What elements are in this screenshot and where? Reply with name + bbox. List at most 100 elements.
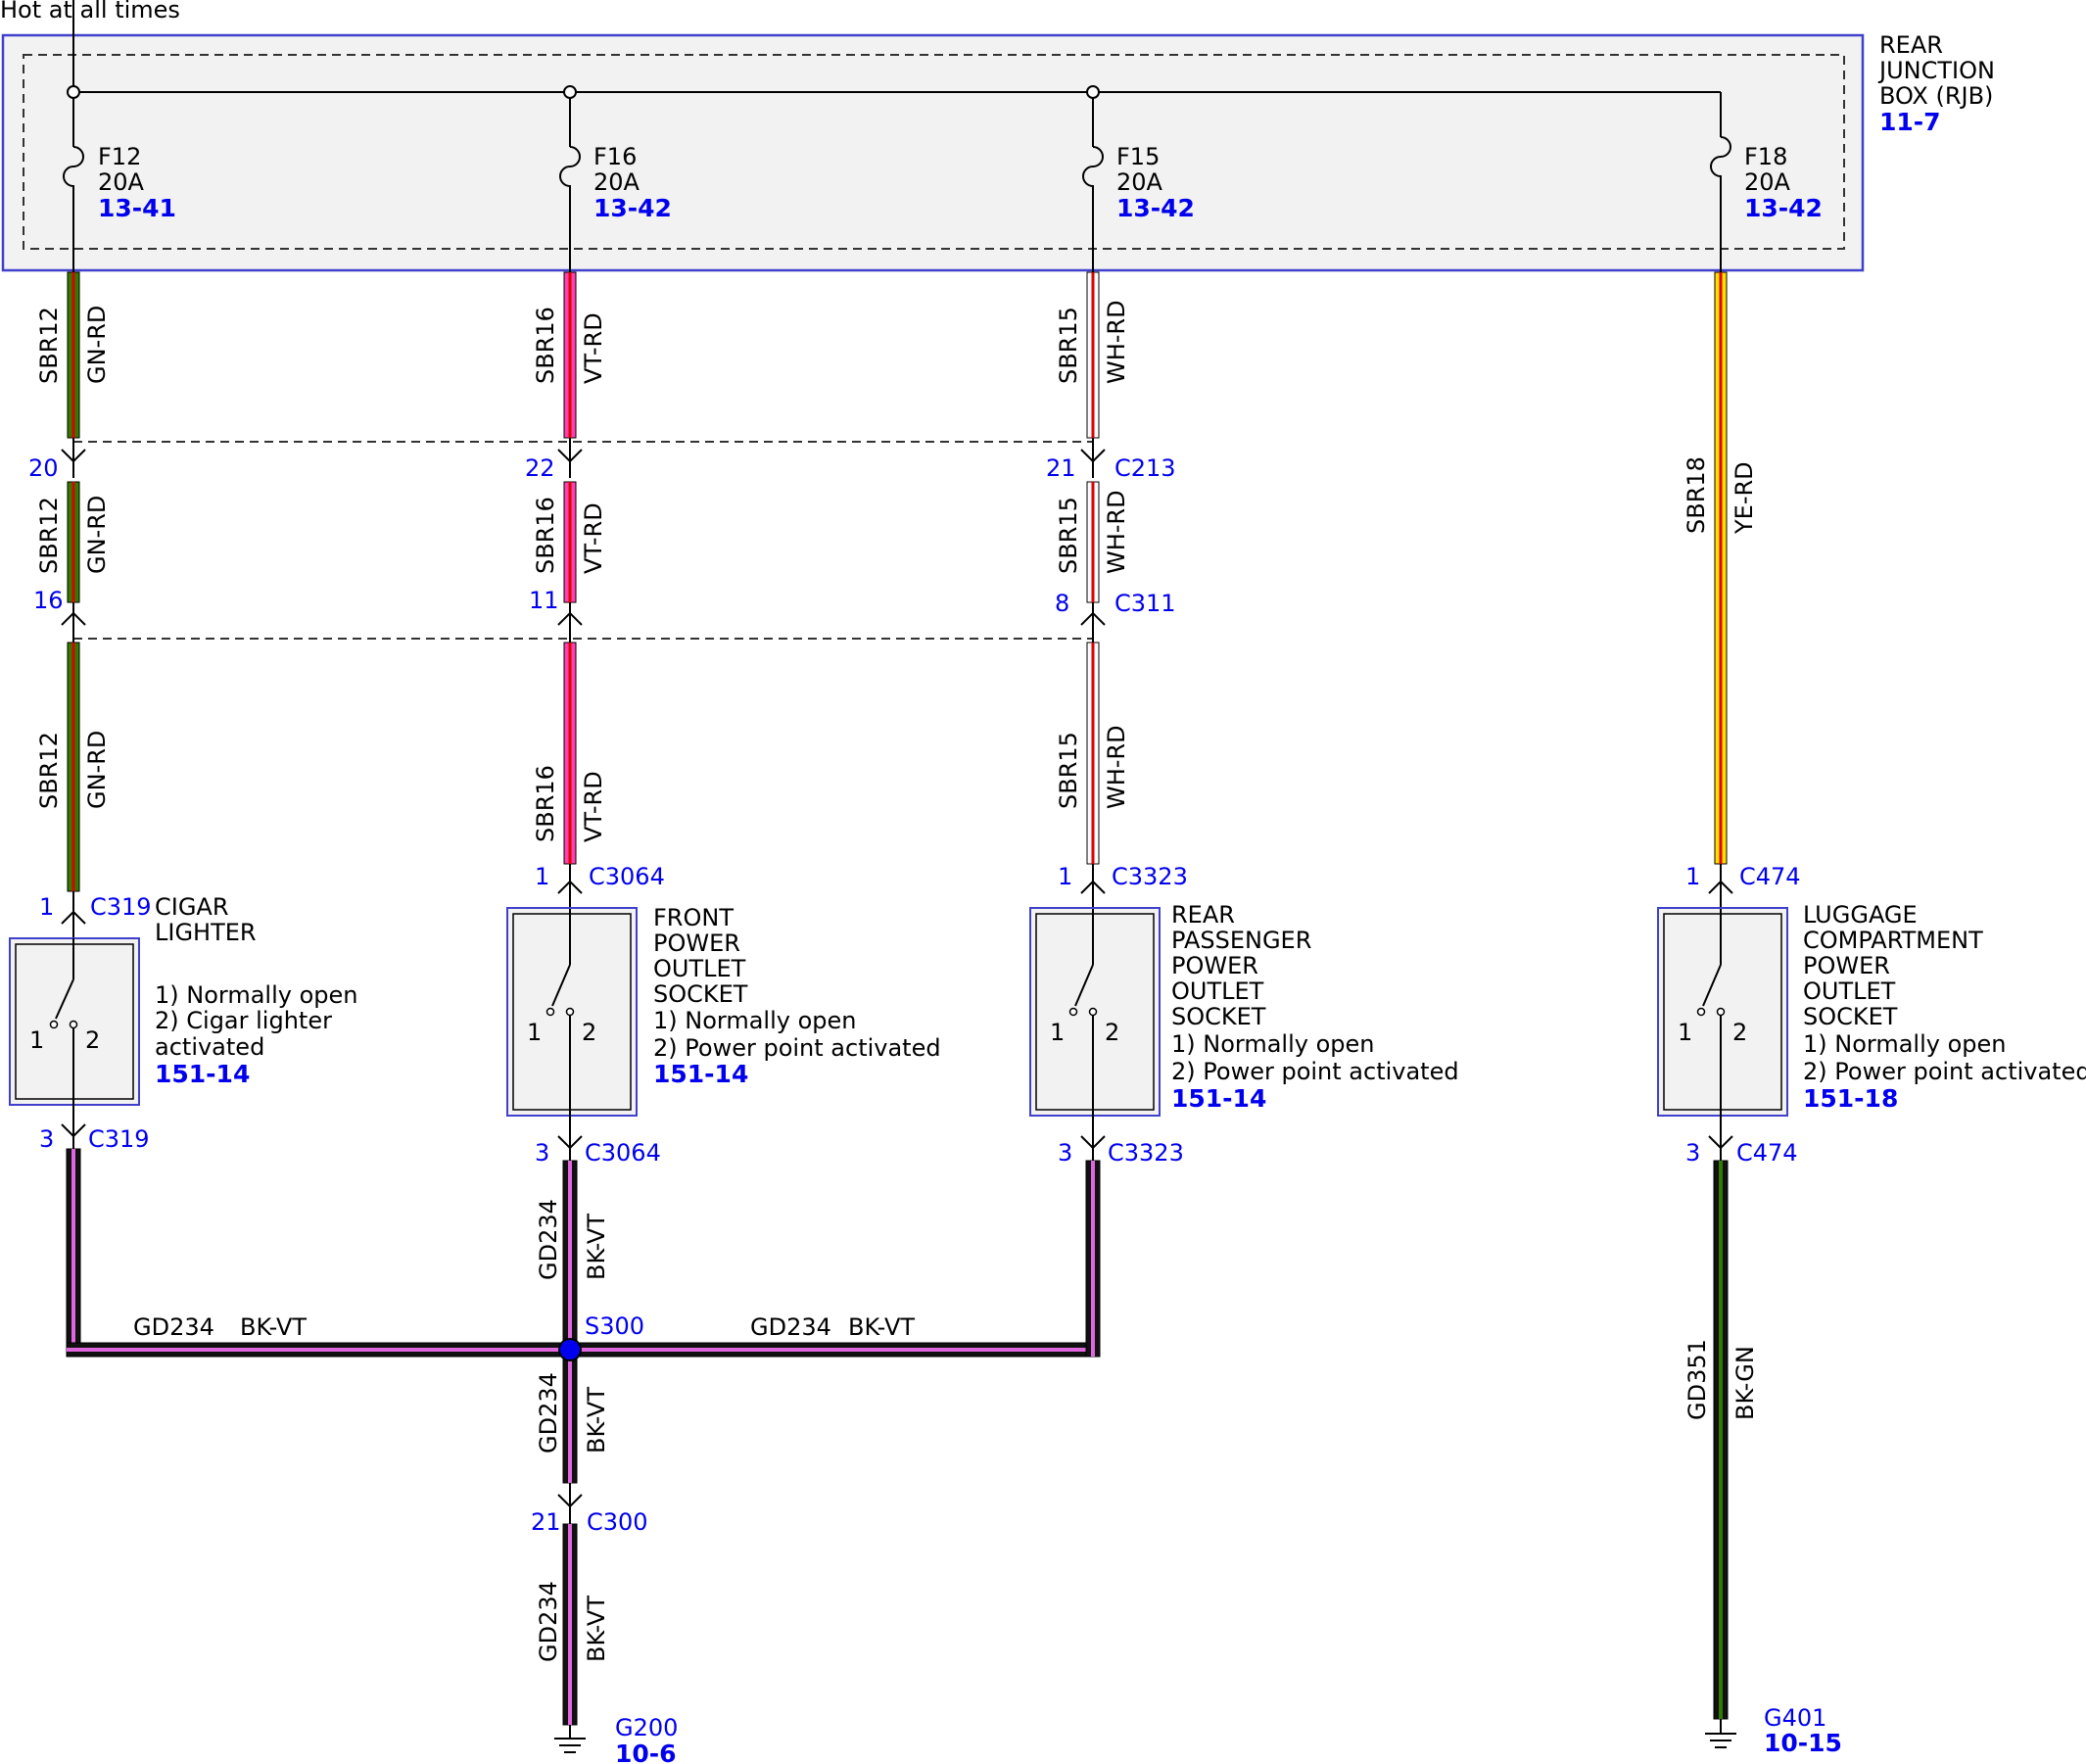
rjb-name-line-1: REAR [1879,31,1943,59]
rear-name-5: SOCKET [1171,1003,1266,1030]
cigar-note-2: 2) Cigar lighter [155,1007,332,1034]
wire-sbr16-color-1: VT-RD [580,312,607,384]
device-rear-in-connector [1080,864,1106,909]
luggage-name-3: POWER [1803,952,1890,979]
luggage-pin-in: 1 [1685,863,1700,890]
ground-g401-name: G401 [1764,1704,1826,1732]
fuse-f16-rating: 20A [593,168,640,196]
luggage-note-2: 2) Power point activated [1803,1058,2086,1085]
front-ref-link[interactable]: 151-14 [653,1060,748,1088]
rear-ref-link[interactable]: 151-14 [1171,1084,1266,1113]
gd351-circuit: GD351 [1683,1339,1711,1420]
wire-sbr15-circuit-2: SBR15 [1055,497,1082,574]
device-rear-out-connector [1080,1116,1106,1161]
gd234-ground-circuit: GD234 [535,1581,562,1662]
c213-name: C213 [1114,454,1176,482]
front-pin-out: 3 [535,1139,549,1167]
device-cigar-lighter-in-connector [61,891,86,938]
fuse-f15-name: F15 [1116,143,1160,170]
c300-name: C300 [587,1508,648,1536]
rear-connector-in: C3323 [1112,863,1188,890]
c311-pin-11: 11 [529,587,559,614]
fuse-f16-name: F16 [593,143,637,170]
connector-c300: 21 C300 [531,1483,648,1536]
device-cigar-lighter-out-connector [61,1117,86,1151]
fuse-f16-ref-link[interactable]: 13-42 [593,194,672,222]
device-cigar-lighter: 1 C319 1 2 CIGAR LIGHTER 1) Normally ope… [9,891,358,1153]
luggage-connector-out: C474 [1736,1139,1798,1167]
luggage-pin-out: 3 [1685,1139,1700,1167]
wire-sbr12-color-3: GN-RD [83,731,111,809]
luggage-name-5: SOCKET [1803,1003,1898,1030]
rear-name-2: PASSENGER [1171,927,1311,954]
front-note-2: 2) Power point activated [653,1034,941,1062]
rear-pin-in: 1 [1058,863,1072,890]
gd234-splice-circuit: GD234 [535,1372,562,1454]
device-front-in-connector [557,864,583,909]
cigar-connector-out: C319 [88,1125,150,1153]
gd234-ground-color: BK-VT [583,1596,610,1662]
device-luggage-out-connector [1708,1116,1733,1161]
wiring-diagram: Hot at all times REAR JUNCTION BOX (RJB)… [0,0,2086,1764]
cigar-switch-pin-1: 1 [29,1026,44,1054]
luggage-name-4: OUTLET [1803,977,1896,1005]
c213-pin-20: 20 [28,454,59,482]
connector-c213-pin-f12 [61,438,86,478]
bus-node-f15 [1086,85,1100,99]
cigar-ref-link[interactable]: 151-14 [155,1060,250,1088]
rear-connector-out: C3323 [1108,1139,1184,1167]
luggage-name-1: LUGGAGE [1803,901,1918,929]
gd234-left-color: BK-VT [240,1313,307,1341]
c300-pin: 21 [531,1508,561,1536]
c311-pin-8: 8 [1055,590,1069,617]
luggage-ref-link[interactable]: 151-18 [1803,1084,1898,1113]
connector-c311-pin-f16 [557,602,583,643]
fuse-f12-ref-link[interactable]: 13-41 [98,194,176,222]
device-rear-passenger-power-outlet: 1 C3323 1 2 REAR PASSENGER POWER OUTLET … [1029,863,1459,1167]
cigar-pin-out: 3 [39,1125,54,1153]
fuse-f18-name: F18 [1744,143,1787,170]
fuse-f12-name: F12 [98,143,141,170]
front-name-2: POWER [653,930,740,957]
cigar-note-3: activated [155,1033,264,1061]
cigar-pin-in: 1 [39,893,54,921]
luggage-note-1: 1) Normally open [1803,1030,2007,1058]
splice-s300-node [558,1338,582,1361]
c213-pin-21: 21 [1046,454,1076,482]
wire-sbr18-circuit: SBR18 [1683,456,1710,534]
ground-g200-name: G200 [615,1714,678,1741]
rear-name-4: OUTLET [1171,977,1264,1005]
connector-c213: 20 22 21 C213 [28,438,1176,482]
gd234-front-circuit: GD234 [535,1199,562,1280]
cigar-name-2: LIGHTER [155,919,257,946]
luggage-switch-pin-1: 1 [1678,1019,1692,1046]
rear-name-3: POWER [1171,952,1258,979]
rjb-ref-link[interactable]: 11-7 [1879,108,1941,136]
wire-sbr15-circuit-1: SBR15 [1055,307,1082,384]
bus-node-f16 [563,85,577,99]
device-luggage-in-connector [1708,864,1733,909]
fuse-f12-rating: 20A [98,168,145,196]
ground-g200-ref-link[interactable]: 10-6 [615,1740,677,1764]
connector-c311-pin-f15 [1080,602,1106,643]
wire-sbr12 [67,271,80,892]
c311-name: C311 [1114,590,1176,617]
fuse-f15-ref-link[interactable]: 13-42 [1116,194,1195,222]
connector-c213-pin-f15 [1080,438,1106,478]
bus-node-f12 [67,85,80,99]
wire-sbr15 [1086,271,1100,865]
gd234-right-color: BK-VT [848,1313,915,1341]
gd234-right-circuit: GD234 [750,1313,831,1341]
rjb-name-line-3: BOX (RJB) [1879,82,1993,110]
wire-sbr15-circuit-3: SBR15 [1055,732,1082,809]
wire-sbr16-circuit-1: SBR16 [532,307,559,384]
ground-g401-ref-link[interactable]: 10-15 [1764,1729,1842,1757]
rjb-name-line-2: JUNCTION [1877,57,1995,84]
wire-sbr16 [563,271,577,865]
fuse-f18-ref-link[interactable]: 13-42 [1744,194,1823,222]
wire-sbr12-color-2: GN-RD [83,496,111,574]
front-name-4: SOCKET [653,980,748,1008]
rear-name-1: REAR [1171,901,1235,929]
front-note-1: 1) Normally open [653,1007,857,1034]
ground-g401-symbol [1705,1719,1736,1748]
